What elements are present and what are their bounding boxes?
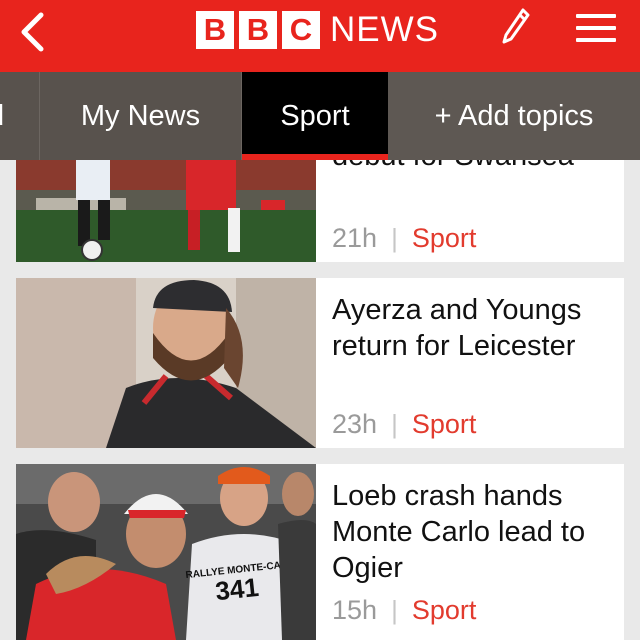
rally-crowd-photo: RALLYE MONTE-CARLO 341 [16, 464, 316, 640]
story-card[interactable]: Ayerza and Youngs return for Leicester 2… [16, 278, 624, 448]
story-time: 21h [332, 223, 378, 253]
logo-letter-c: C [282, 11, 320, 49]
story-category-link[interactable]: Sport [412, 409, 477, 440]
logo-word-news: NEWS [330, 10, 439, 49]
tab-label: My News [80, 99, 201, 132]
menu-button[interactable] [574, 10, 618, 46]
story-headline: debut for Swansea [332, 160, 624, 174]
story-thumbnail [16, 278, 316, 448]
bbc-news-app: B B C NEWS d My News Sport + Add [0, 0, 640, 640]
story-time: 23h [332, 409, 378, 439]
story-content: Ayerza and Youngs return for Leicester 2… [316, 278, 624, 448]
tab-previous[interactable]: d [0, 72, 40, 160]
logo-letter-b2: B [239, 11, 277, 49]
story-thumbnail: RALLYE MONTE-CARLO 341 [16, 464, 316, 640]
logo-letter-b1: B [196, 11, 234, 49]
story-category-link[interactable]: Sport [412, 223, 477, 254]
meta-separator: | [391, 595, 398, 625]
story-card[interactable]: debut for Swansea 21h | Sport [16, 160, 624, 262]
story-card[interactable]: RALLYE MONTE-CARLO 341 Loeb crash hands … [16, 464, 624, 640]
rugby-player-photo [16, 278, 316, 448]
bbc-news-logo: B B C NEWS [196, 10, 439, 50]
topic-tabs: d My News Sport + Add topics [0, 72, 640, 160]
story-thumbnail [16, 160, 316, 262]
tab-sport[interactable]: Sport [242, 72, 388, 160]
hamburger-icon-bar-3 [576, 38, 616, 42]
story-meta: 21h | Sport [332, 223, 476, 254]
meta-separator: | [391, 409, 398, 439]
tab-label: d [0, 100, 4, 133]
rally-number: 341 [214, 572, 260, 606]
story-headline: Loeb crash hands Monte Carlo lead to Ogi… [332, 480, 586, 584]
top-bar: B B C NEWS [0, 0, 640, 72]
story-meta: 23h | Sport [332, 409, 476, 440]
tab-label: + Add topics [434, 99, 594, 132]
story-headline: Ayerza and Youngs return for Leicester [332, 294, 582, 362]
story-time: 15h [332, 595, 378, 625]
story-meta: 15h | Sport [332, 595, 476, 626]
back-button[interactable] [12, 8, 52, 56]
meta-separator: | [391, 223, 398, 253]
tab-add-topics[interactable]: + Add topics [388, 72, 640, 160]
story-content: Loeb crash hands Monte Carlo lead to Ogi… [316, 464, 624, 640]
hamburger-icon-bar-2 [576, 26, 616, 30]
hamburger-icon-bar-1 [576, 14, 616, 18]
tab-label: Sport [280, 99, 350, 132]
tab-my-news[interactable]: My News [40, 72, 242, 160]
story-content: debut for Swansea 21h | Sport [316, 160, 624, 262]
chevron-left-icon [21, 12, 44, 52]
story-category-link[interactable]: Sport [412, 595, 477, 626]
edit-button[interactable] [496, 6, 536, 46]
football-photo [16, 160, 316, 262]
pencil-icon [502, 8, 530, 44]
